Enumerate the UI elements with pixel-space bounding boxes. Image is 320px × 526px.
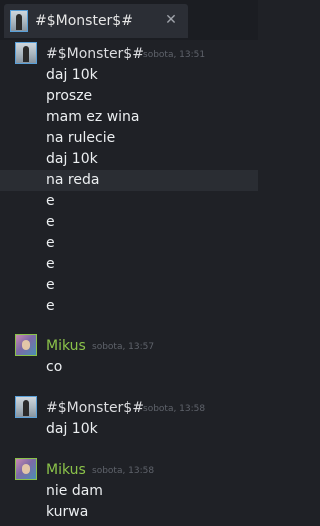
chat-message: mam ez wina — [0, 107, 258, 128]
chat-message-hovered: na reda — [0, 170, 258, 191]
message-text: e — [46, 193, 55, 209]
message-text: kurwa — [46, 504, 89, 520]
message-text: daj 10k — [46, 421, 98, 437]
message-text: e — [46, 298, 55, 314]
chat-message: co — [0, 357, 258, 378]
chat-message: e — [0, 296, 258, 317]
avatar[interactable] — [15, 334, 37, 356]
chat-message: e — [0, 275, 258, 296]
tab-title: #$Monster$# — [35, 13, 133, 29]
author-name[interactable]: #$Monster$# — [46, 46, 144, 62]
chat-message: e — [0, 212, 258, 233]
chat-log: #$Monster$# sobota, 13:51 daj 10k prosze… — [0, 40, 258, 526]
avatar[interactable] — [15, 396, 37, 418]
timestamp: sobota, 13:57 — [92, 342, 155, 352]
chat-message: kurwa — [0, 502, 258, 523]
author-name[interactable]: #$Monster$# — [46, 400, 144, 416]
chat-message: na rulecie — [0, 128, 258, 149]
chat-tab[interactable]: #$Monster$# ✕ — [4, 4, 188, 38]
timestamp: sobota, 13:58 — [143, 404, 206, 414]
message-text: prosze — [46, 88, 93, 104]
chat-message: daj 10k — [0, 419, 258, 440]
chat-message: e — [0, 254, 258, 275]
chat-message: daj 10k — [0, 149, 258, 170]
chat-message: daj 10k — [0, 65, 258, 86]
tab-bar: #$Monster$# ✕ — [0, 0, 258, 40]
message-text: e — [46, 256, 55, 272]
message-text: mam ez wina — [46, 109, 140, 125]
message-text: e — [46, 277, 55, 293]
author-name[interactable]: Mikus — [46, 462, 86, 478]
message-text: daj 10k — [46, 151, 98, 167]
message-text: na rulecie — [46, 130, 116, 146]
close-icon[interactable]: ✕ — [162, 11, 180, 29]
message-text: e — [46, 235, 55, 251]
message-text: e — [46, 214, 55, 230]
monster-avatar-icon — [10, 10, 28, 32]
timestamp: sobota, 13:51 — [143, 50, 206, 60]
message-text: co — [46, 359, 63, 375]
avatar[interactable] — [15, 42, 37, 64]
author-name[interactable]: Mikus — [46, 338, 86, 354]
chat-message: e — [0, 191, 258, 212]
chat-message: nie dam — [0, 481, 258, 502]
message-text: nie dam — [46, 483, 103, 499]
chat-message: e — [0, 233, 258, 254]
message-text: na reda — [46, 172, 100, 188]
message-text: daj 10k — [46, 67, 98, 83]
chat-message: prosze — [0, 86, 258, 107]
avatar[interactable] — [15, 458, 37, 480]
timestamp: sobota, 13:58 — [92, 466, 155, 476]
